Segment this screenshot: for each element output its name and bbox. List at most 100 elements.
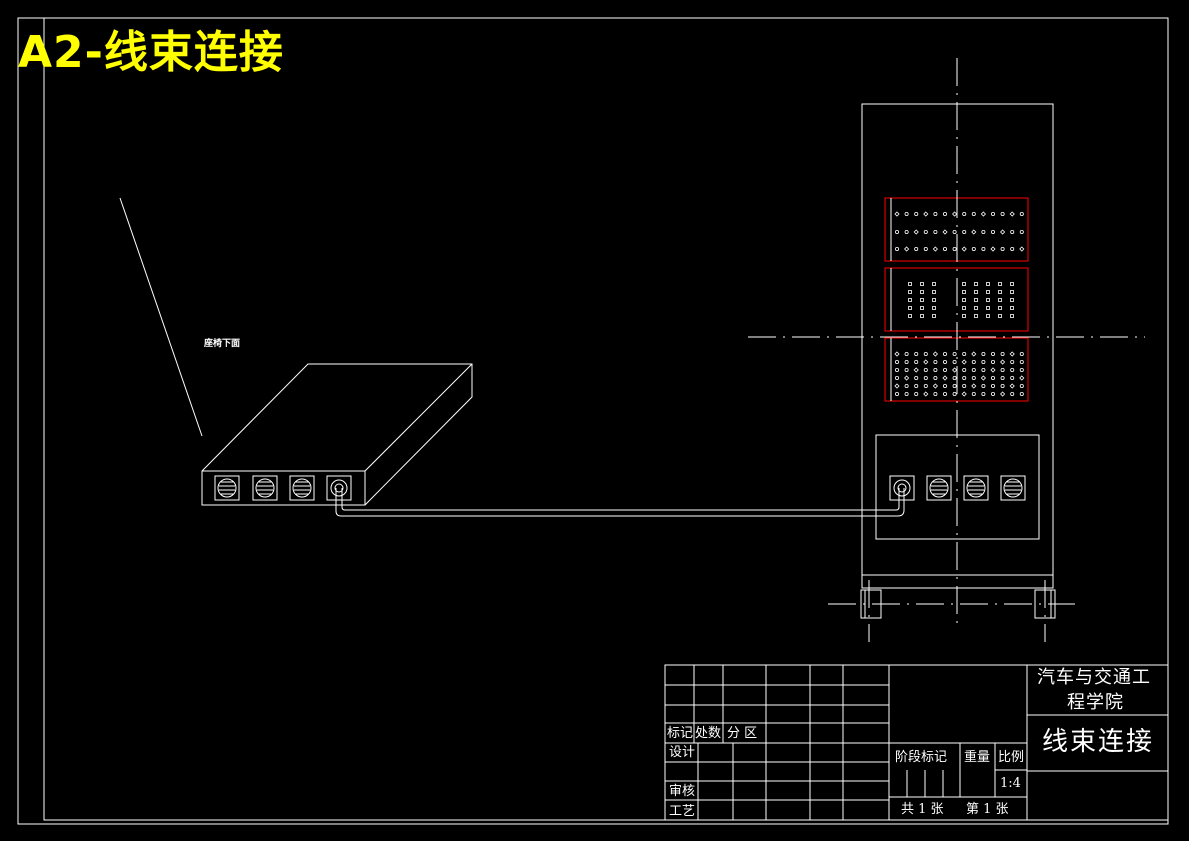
pin [908, 314, 912, 318]
pin [1000, 246, 1005, 251]
pin [904, 383, 909, 388]
pin [914, 375, 919, 380]
pin [991, 375, 996, 380]
pin [971, 359, 976, 364]
pin [895, 246, 900, 251]
pin [1010, 282, 1014, 286]
pin [1019, 351, 1024, 356]
pin [986, 298, 990, 302]
pin [914, 246, 919, 251]
pin [933, 359, 938, 364]
pin [943, 391, 948, 396]
scale-value: 1:4 [1000, 776, 1021, 791]
pin [971, 375, 976, 380]
pin [1010, 359, 1015, 364]
pin [986, 314, 990, 318]
pin [1000, 351, 1005, 356]
pin [932, 306, 936, 310]
pin [1010, 375, 1015, 380]
pin [894, 211, 900, 217]
pin [1019, 383, 1024, 388]
pin [952, 367, 958, 373]
pin [923, 211, 929, 217]
control-box [201, 363, 473, 506]
pin [991, 359, 996, 364]
pin [895, 391, 900, 396]
pin [923, 351, 928, 356]
pin [998, 282, 1002, 286]
pin [1000, 211, 1005, 216]
pin [894, 383, 900, 389]
pin [904, 375, 910, 381]
pin [962, 229, 967, 234]
panel-2-pins [908, 282, 1014, 318]
pin [908, 306, 912, 310]
stage-mark-label: 阶段标记 [895, 750, 948, 765]
pin [971, 383, 977, 389]
pin [920, 306, 924, 310]
pin [913, 367, 919, 373]
pin [990, 367, 996, 373]
sheet-number: 第 1 张 [966, 802, 1009, 817]
pin [908, 298, 912, 302]
pin [895, 375, 900, 380]
pin [952, 351, 957, 356]
pin [1010, 367, 1015, 372]
pin [991, 229, 996, 234]
pin [962, 367, 967, 372]
pin [1019, 391, 1024, 396]
pin [943, 367, 948, 372]
pin [943, 246, 948, 251]
pin [904, 246, 910, 252]
pin [920, 298, 924, 302]
pin [933, 211, 938, 216]
pin [962, 282, 966, 286]
pin [974, 282, 978, 286]
pin [971, 246, 976, 251]
pin [962, 290, 966, 294]
pin [981, 367, 986, 372]
pin [933, 367, 938, 372]
pin [914, 211, 919, 216]
process-label: 工艺 [669, 804, 696, 819]
pin [998, 290, 1002, 294]
pin [1019, 229, 1024, 234]
pin [991, 391, 996, 396]
weight-label: 重量 [964, 750, 991, 765]
pin [923, 367, 928, 372]
pin [1000, 367, 1005, 372]
pin [943, 351, 948, 356]
institution-line2: 程学院 [1067, 692, 1124, 713]
pin [1010, 306, 1014, 310]
box-connector-pins [219, 481, 310, 495]
revision-count-label: 处数 [695, 726, 722, 741]
pin [1010, 298, 1014, 302]
pin [1019, 246, 1025, 252]
pin [932, 246, 938, 252]
pin [933, 391, 938, 396]
pin [991, 211, 996, 216]
panel-3-pins [894, 351, 1025, 397]
pin [990, 246, 996, 252]
pin [1009, 351, 1015, 357]
cabinet-connector-pins [931, 481, 1021, 495]
cad-drawing [17, 17, 1169, 825]
pin [981, 359, 986, 364]
pin [1010, 229, 1015, 234]
pin [971, 367, 976, 372]
pin [974, 290, 978, 294]
pin [1009, 211, 1015, 217]
pin [962, 211, 967, 216]
pin [971, 351, 977, 357]
pin [920, 290, 924, 294]
pin [1000, 375, 1005, 380]
pin [981, 229, 986, 234]
pin [923, 246, 928, 251]
pin [1019, 359, 1024, 364]
pin [894, 351, 900, 357]
pin [981, 351, 986, 356]
pin [904, 367, 909, 372]
pin [895, 359, 900, 364]
pin [1009, 383, 1015, 389]
pin [895, 229, 900, 234]
